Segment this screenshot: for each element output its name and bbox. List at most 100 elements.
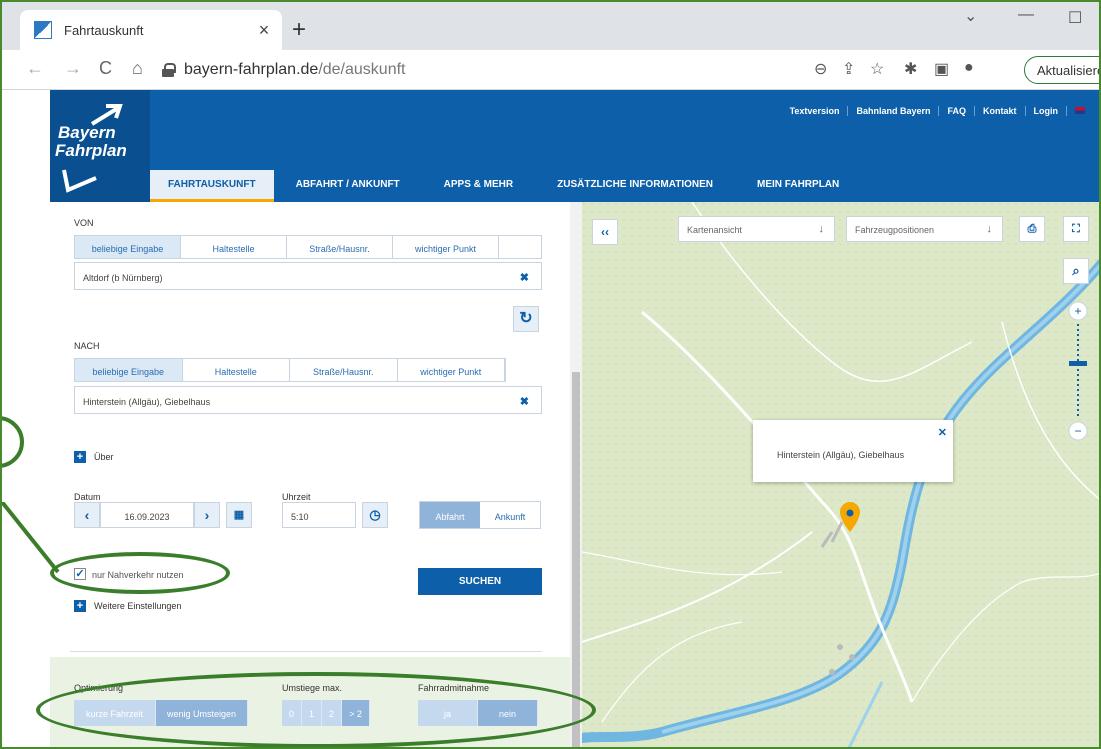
swap-button[interactable]: ↻ — [513, 306, 539, 332]
form-scrollbar[interactable] — [570, 202, 582, 747]
next-day-button[interactable]: › — [194, 502, 220, 528]
logo-text-line2: Fahrplan — [55, 141, 127, 160]
browser-window: Fahrtauskunft × + ⌄ — ☐ ← → C ⌂ bayern-f… — [0, 0, 1101, 749]
von-input-type-tabs: beliebige Eingabe Haltestelle Straße/Hau… — [74, 235, 542, 259]
home-icon[interactable]: ⌂ — [132, 58, 143, 79]
vehicle-positions-value: Fahrzeugpositionen — [855, 225, 935, 235]
journey-form: VON beliebige Eingabe Haltestelle Straße… — [50, 202, 570, 747]
popup-close-icon[interactable]: ✕ — [938, 426, 947, 439]
tab-haltestelle[interactable]: Haltestelle — [181, 236, 287, 258]
chevron-down-icon: ↓ — [818, 223, 825, 235]
vehicle-positions-select[interactable]: Fahrzeugpositionen ↓ — [846, 216, 1003, 242]
tab-beliebige-eingabe[interactable]: beliebige Eingabe — [75, 236, 181, 258]
nach-input-type-tabs: beliebige Eingabe Haltestelle Straße/Hau… — [74, 358, 506, 382]
tab-haltestelle[interactable]: Haltestelle — [183, 359, 290, 381]
sidepanel-icon[interactable]: ▣ — [934, 59, 949, 79]
tab-strasse[interactable]: Straße/Hausnr. — [290, 359, 398, 381]
more-settings-icon[interactable]: + — [74, 600, 86, 612]
ueber-label[interactable]: Über — [94, 452, 114, 462]
divider — [70, 651, 542, 652]
site-logo[interactable]: Bayern Fahrplan — [50, 90, 150, 202]
annotation-arrow — [2, 502, 60, 574]
logo-check-icon — [62, 169, 97, 193]
zoom-icon[interactable]: ⊖ — [814, 59, 827, 79]
maximize-icon[interactable]: ☐ — [1068, 8, 1082, 28]
uhrzeit-label: Uhrzeit — [282, 492, 311, 502]
scrollbar-thumb[interactable] — [572, 372, 580, 747]
forward-icon[interactable]: → — [64, 58, 82, 79]
clear-nach-icon[interactable]: ✖ — [520, 395, 529, 408]
zoom-slider[interactable]: + − — [1063, 294, 1093, 454]
main-nav: FAHRTAUSKUNFT ABFAHRT / ANKUNFT APPS & M… — [150, 170, 861, 202]
fullscreen-icon[interactable]: ⛶ — [1063, 216, 1089, 242]
calendar-icon[interactable]: ▦ — [226, 502, 252, 528]
prev-day-button[interactable]: ‹ — [74, 502, 100, 528]
tab-strasse[interactable]: Straße/Hausnr. — [287, 236, 393, 258]
new-tab-button[interactable]: + — [292, 16, 306, 44]
print-icon[interactable]: ⎙ — [1019, 216, 1045, 242]
tab-close-icon[interactable]: × — [252, 20, 276, 41]
highlight-nahverkehr — [50, 552, 230, 594]
back-icon[interactable]: ← — [26, 58, 44, 79]
highlight-options — [36, 672, 596, 747]
von-label: VON — [74, 218, 94, 228]
clock-icon[interactable]: ◷ — [362, 502, 388, 528]
profile-icon[interactable]: ● — [964, 59, 974, 77]
departure-arrival-toggle: Abfahrt Ankunft — [419, 501, 541, 529]
logo-text-line1: Bayern — [58, 123, 116, 142]
map-popup: ✕ Hinterstein (Allgäu), Giebelhaus — [753, 420, 953, 482]
extensions-icon[interactable]: ✱ — [904, 59, 917, 79]
tab-wichtiger-punkt[interactable]: wichtiger Punkt — [398, 359, 505, 381]
share-icon[interactable]: ⇪ — [842, 59, 855, 79]
nach-label: NACH — [74, 341, 100, 351]
link-kontakt[interactable]: Kontakt — [975, 106, 1026, 116]
add-via-icon[interactable]: + — [74, 451, 86, 463]
map-view-select[interactable]: Kartenansicht ↓ — [678, 216, 835, 242]
nav-apps[interactable]: APPS & MEHR — [422, 170, 535, 202]
abfahrt-option[interactable]: Abfahrt — [420, 502, 480, 528]
search-button[interactable]: SUCHEN — [418, 568, 542, 595]
link-faq[interactable]: FAQ — [939, 106, 975, 116]
minimize-icon[interactable]: — — [1018, 6, 1034, 24]
tab-search-icon[interactable]: ⌄ — [964, 6, 977, 26]
ankunft-option[interactable]: Ankunft — [480, 502, 540, 528]
bookmark-star-icon[interactable]: ☆ — [870, 59, 884, 79]
weitere-einstellungen-label[interactable]: Weitere Einstellungen — [94, 601, 181, 611]
chevron-down-icon: ↓ — [986, 223, 993, 235]
link-login[interactable]: Login — [1026, 106, 1067, 116]
toolbar: ← → C ⌂ bayern-fahrplan.de/de/auskunft ⊖… — [2, 50, 1099, 90]
map-search-icon[interactable]: ⌕ — [1063, 258, 1089, 284]
browser-tab[interactable]: Fahrtauskunft × — [20, 10, 282, 50]
collapse-panel-button[interactable]: ‹‹ — [592, 219, 618, 245]
highlight-callout-bubble — [2, 416, 24, 468]
clear-von-icon[interactable]: ✖ — [520, 271, 529, 284]
reload-icon[interactable]: C — [99, 58, 112, 79]
von-input[interactable]: Altdorf (b Nürnberg) ✖ — [74, 262, 542, 290]
datum-input[interactable]: 16.09.2023 — [100, 502, 194, 528]
svg-text:−: − — [1074, 424, 1081, 438]
nav-zusaetzliche-informationen[interactable]: ZUSÄTZLICHE INFORMATIONEN — [535, 170, 735, 202]
von-value: Altdorf (b Nürnberg) — [83, 273, 163, 283]
map-view-value: Kartenansicht — [687, 225, 743, 235]
url-domain: bayern-fahrplan.de — [184, 61, 319, 78]
nach-value: Hinterstein (Allgäu), Giebelhaus — [83, 397, 211, 407]
site-header: Bayern Fahrplan Textversion Bahnland Bay… — [50, 90, 1099, 202]
lock-icon — [162, 63, 176, 77]
popup-text: Hinterstein (Allgäu), Giebelhaus — [777, 450, 905, 460]
address-bar[interactable]: bayern-fahrplan.de/de/auskunft — [162, 55, 812, 85]
nav-mein-fahrplan[interactable]: MEIN FAHRPLAN — [735, 170, 861, 202]
map-view[interactable]: ‹‹ Kartenansicht ↓ Fahrzeugpositionen ↓ ⎙ … — [582, 202, 1099, 747]
link-textversion[interactable]: Textversion — [782, 106, 849, 116]
top-links: Textversion Bahnland Bayern FAQ Kontakt … — [782, 106, 1093, 116]
favicon-icon — [34, 21, 52, 39]
update-button[interactable]: Aktualisieren — [1024, 56, 1099, 84]
language-flag-icon[interactable] — [1067, 106, 1093, 116]
nach-input[interactable]: Hinterstein (Allgäu), Giebelhaus ✖ — [74, 386, 542, 414]
tab-beliebige-eingabe[interactable]: beliebige Eingabe — [75, 359, 183, 381]
tab-title: Fahrtauskunft — [64, 22, 144, 38]
nav-fahrtauskunft[interactable]: FAHRTAUSKUNFT — [150, 170, 274, 202]
nav-abfahrt-ankunft[interactable]: ABFAHRT / ANKUNFT — [274, 170, 422, 202]
link-bahnland[interactable]: Bahnland Bayern — [848, 106, 940, 116]
tab-wichtiger-punkt[interactable]: wichtiger Punkt — [393, 236, 499, 258]
uhrzeit-input[interactable]: 5:10 — [282, 502, 356, 528]
